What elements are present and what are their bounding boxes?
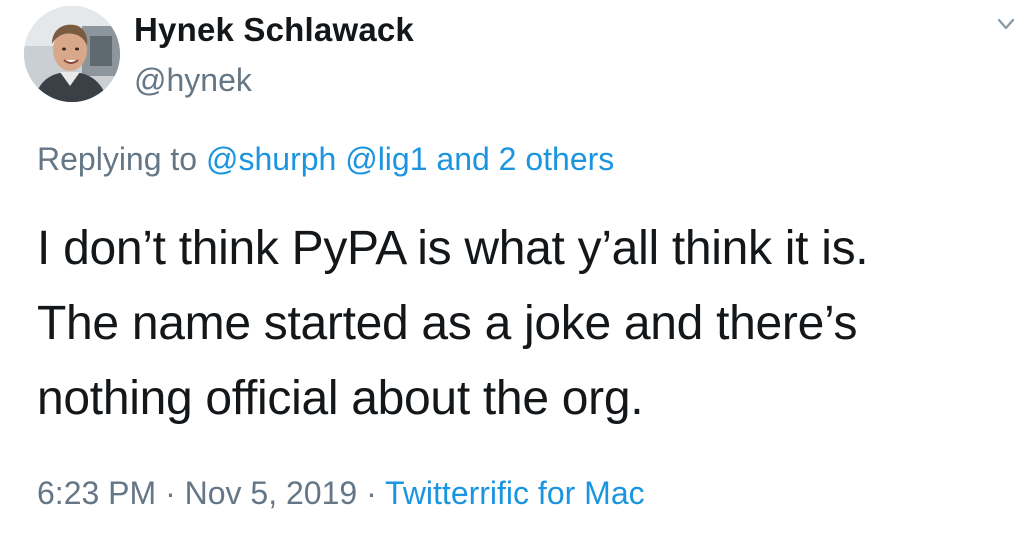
avatar[interactable] [24,6,120,102]
author-handle[interactable]: @hynek [134,60,252,100]
tweet-card: Hynek Schlawack @hynek Replying to @shur… [0,0,1017,533]
tweet-metadata: 6:23 PM · Nov 5, 2019 · Twitterrific for… [37,472,645,514]
mention-link[interactable]: @lig1 [345,141,427,177]
tweet-source-link[interactable]: Twitterrific for Mac [385,475,645,511]
tweet-text-line: nothing official about the org. [37,372,644,425]
tweet-text: I don’t think PyPA is what y’all think i… [37,211,1007,436]
tweet-time[interactable]: 6:23 PM [37,475,156,511]
replying-to-label: Replying to [37,141,198,177]
meta-separator: · [165,475,176,511]
profile-photo-icon [24,6,120,102]
tweet-text-line: I don’t think PyPA is what y’all think i… [37,222,869,275]
mention-link[interactable]: @shurph [206,141,336,177]
and-others-link[interactable]: and 2 others [436,141,614,177]
replying-to-line: Replying to @shurph @lig1 and 2 others [37,138,614,180]
meta-separator: · [366,475,377,511]
tweet-date[interactable]: Nov 5, 2019 [185,475,358,511]
author-display-name[interactable]: Hynek Schlawack [134,10,414,50]
chevron-down-icon[interactable] [996,14,1016,34]
tweet-text-line: The name started as a joke and there’s [37,297,858,350]
